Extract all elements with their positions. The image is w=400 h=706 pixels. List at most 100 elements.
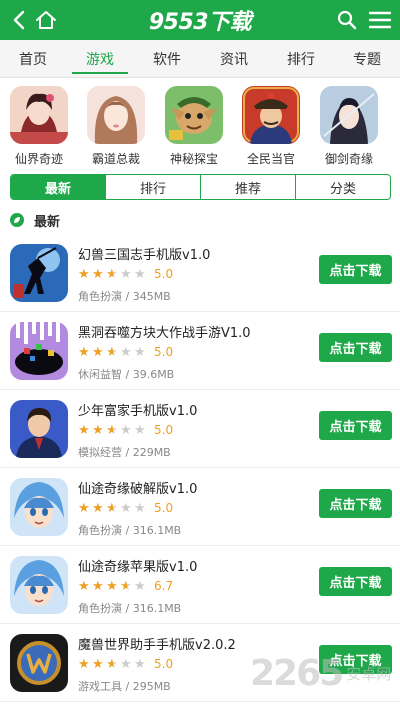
back-button[interactable] (6, 0, 32, 40)
app-meta: 休闲益智 / 39.6MB (78, 368, 175, 381)
app-name[interactable]: 仙途奇缘破解版v1.0 (78, 478, 197, 497)
featured-item[interactable]: 霸道总裁 (85, 86, 147, 168)
featured-item-label: 全民当官 (246, 152, 295, 166)
nav-tab-games[interactable]: 游戏 (66, 40, 134, 78)
nav-tab-topics[interactable]: 专题 (334, 40, 400, 78)
star-icon: ★ (78, 422, 90, 438)
featured-item[interactable]: 全民当官 (240, 86, 302, 168)
silhouette-warrior-icon (10, 244, 68, 302)
app-meta: 角色扮演 / 345MB (78, 290, 171, 303)
star-icon: ★ (106, 578, 118, 594)
app-meta: 游戏工具 / 295MB (78, 680, 171, 693)
star-half-icon: ★ (106, 658, 120, 671)
official-man-icon (242, 86, 300, 144)
download-button[interactable]: 点击下载 (319, 411, 392, 440)
watermark: 2265 安卓网 (250, 650, 400, 696)
star-icon: ★ (92, 266, 104, 282)
app-score: 5.0 (154, 267, 174, 281)
app-score: 5.0 (154, 423, 174, 437)
featured-item[interactable]: 御剑奇缘 (318, 86, 380, 168)
blue-hair-hero-icon (10, 556, 68, 614)
download-button[interactable]: 点击下载 (319, 489, 392, 518)
watermark-number: 2265 (250, 652, 344, 694)
app-name[interactable]: 魔兽世界助手手机版v2.0.2 (78, 634, 236, 653)
app-list-item[interactable]: 仙途奇缘破解版v1.0 ★ ★ ★ ★ ★ 5.0 角色扮演 / 316.1MB 点击下… (0, 468, 400, 546)
star-rating: ★ ★ ★ ★ ★ 5.0 (78, 500, 173, 516)
featured-item-label: 神秘探宝 (169, 152, 218, 166)
nav-tab-home[interactable]: 首页 (0, 40, 66, 78)
filter-tab-latest[interactable]: 最新 (11, 175, 105, 199)
featured-apps: 仙界奇迹 霸道总裁 神秘探宝 全民当官 御剑奇缘 (0, 82, 400, 168)
nav-tab-news[interactable]: 资讯 (200, 40, 268, 78)
star-half-icon: ★ (106, 502, 120, 515)
home-button[interactable] (32, 0, 60, 40)
businessman-icon (10, 400, 68, 458)
star-empty-icon: ★ (134, 578, 146, 594)
star-icon: ★ (78, 344, 90, 360)
leaf-icon (10, 213, 24, 227)
app-meta: 角色扮演 / 316.1MB (78, 602, 182, 615)
featured-item-label: 霸道总裁 (91, 152, 140, 166)
list-filter-tabs: 最新 排行 推荐 分类 (10, 174, 391, 200)
app-name[interactable]: 仙途奇缘苹果版v1.0 (78, 556, 197, 575)
featured-item-label: 御剑奇缘 (324, 152, 373, 166)
star-empty-icon: ★ (134, 500, 146, 516)
star-half-icon: ★ (106, 346, 120, 359)
star-icon: ★ (92, 344, 104, 360)
star-rating: ★ ★ ★ ★ ★ 5.0 (78, 656, 173, 672)
star-empty-icon: ★ (134, 422, 146, 438)
search-button[interactable] (334, 0, 360, 40)
download-button[interactable]: 点击下载 (319, 333, 392, 362)
download-button[interactable]: 点击下载 (319, 567, 392, 596)
wow-logo-icon (10, 634, 68, 692)
nav-tab-ranking[interactable]: 排行 (268, 40, 334, 78)
back-arrow-icon (13, 10, 25, 30)
hamburger-menu-icon (369, 11, 391, 29)
app-meta: 角色扮演 / 316.1MB (78, 524, 182, 537)
nav-tab-software[interactable]: 软件 (134, 40, 200, 78)
swordswoman-icon (320, 86, 378, 144)
star-rating: ★ ★ ★ ★ ★ 5.0 (78, 422, 173, 438)
logo-text: 9553下载 (148, 10, 252, 35)
star-empty-icon: ★ (134, 344, 146, 360)
star-empty-icon: ★ (120, 500, 132, 516)
star-icon: ★ (92, 500, 104, 516)
woman-portrait-icon (87, 86, 145, 144)
star-icon: ★ (92, 422, 104, 438)
app-list-item[interactable]: 幻兽三国志手机版v1.0 ★ ★ ★ ★ ★ 5.0 角色扮演 / 345MB 点击下载 (0, 234, 400, 312)
featured-item[interactable]: 仙界奇迹 (8, 86, 70, 168)
site-logo[interactable]: 9553下载 (130, 4, 270, 36)
star-half-icon: ★ (106, 424, 120, 437)
menu-button[interactable] (366, 0, 394, 40)
app-list-item[interactable]: 少年富家手机版v1.0 ★ ★ ★ ★ ★ 5.0 模拟经营 / 229MB 点击下载 (0, 390, 400, 468)
app-name[interactable]: 少年富家手机版v1.0 (78, 400, 197, 419)
app-list-item[interactable]: 黑洞吞噬方块大作战手游V1.0 ★ ★ ★ ★ ★ 5.0 休闲益智 / 39.6MB … (0, 312, 400, 390)
filter-tab-recommended[interactable]: 推荐 (200, 175, 295, 199)
download-button[interactable]: 点击下载 (319, 255, 392, 284)
star-empty-icon: ★ (120, 422, 132, 438)
star-icon: ★ (92, 578, 104, 594)
app-name[interactable]: 幻兽三国志手机版v1.0 (78, 244, 210, 263)
home-icon (36, 11, 56, 29)
star-empty-icon: ★ (120, 266, 132, 282)
star-half-icon: ★ (120, 580, 134, 593)
app-meta: 模拟经营 / 229MB (78, 446, 171, 459)
filter-tab-ranking[interactable]: 排行 (105, 175, 200, 199)
black-hole-icon (10, 322, 68, 380)
star-icon: ★ (78, 578, 90, 594)
fairy-girl-icon (10, 86, 68, 144)
search-icon (337, 10, 357, 30)
app-score: 5.0 (154, 345, 174, 359)
blue-hair-hero-icon (10, 478, 68, 536)
section-heading: 最新 (10, 210, 60, 230)
star-icon: ★ (78, 500, 90, 516)
app-list-item[interactable]: 仙途奇缘苹果版v1.0 ★ ★ ★ ★ ★ 6.7 角色扮演 / 316.1MB 点击下… (0, 546, 400, 624)
star-icon: ★ (92, 656, 104, 672)
filter-tab-category[interactable]: 分类 (295, 175, 390, 199)
main-nav: 首页 游戏 软件 资讯 排行 专题 (0, 40, 400, 78)
featured-item[interactable]: 神秘探宝 (163, 86, 225, 168)
app-score: 6.7 (154, 579, 174, 593)
star-empty-icon: ★ (134, 266, 146, 282)
app-score: 5.0 (154, 501, 174, 515)
app-name[interactable]: 黑洞吞噬方块大作战手游V1.0 (78, 322, 251, 341)
